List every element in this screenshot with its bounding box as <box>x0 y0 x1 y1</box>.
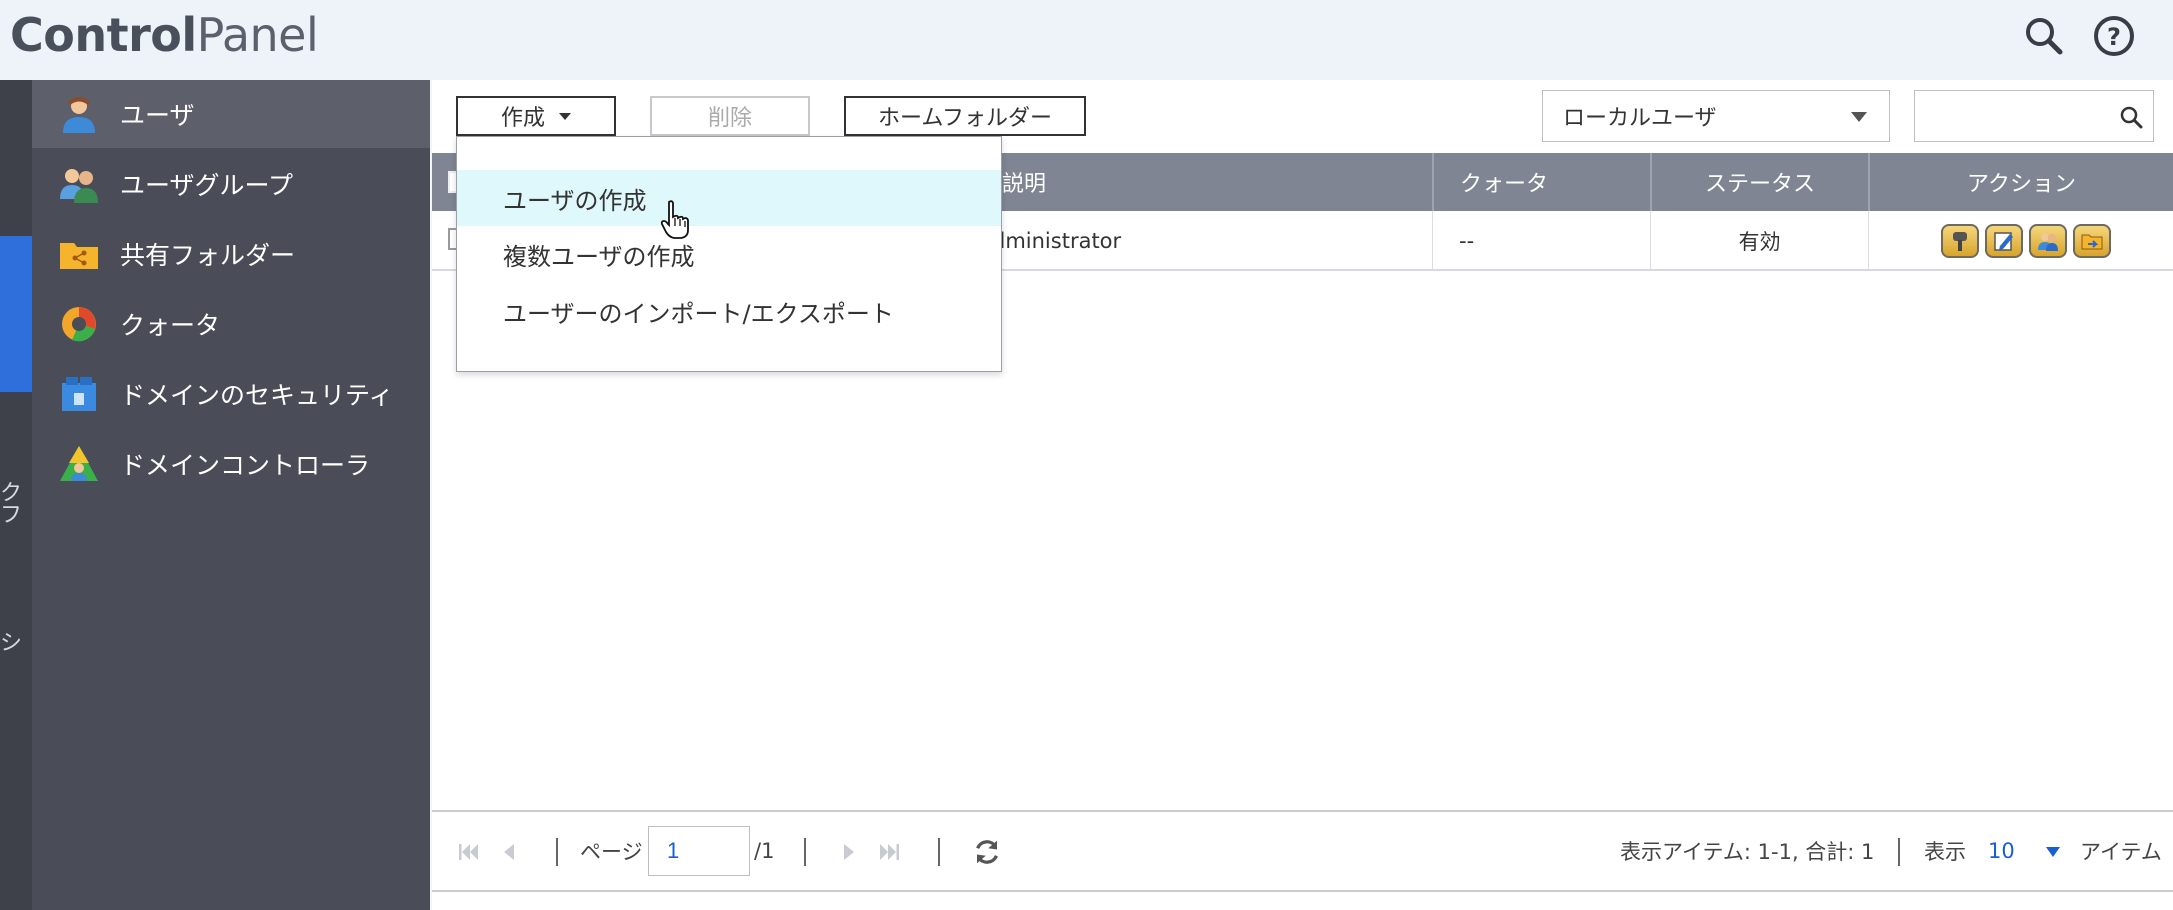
previous-page-icon[interactable] <box>498 840 522 864</box>
sidebar-item-label: クォータ <box>120 311 221 340</box>
sidebar-item-label: 共有フォルダー <box>120 241 296 270</box>
page-total: /1 <box>754 839 775 863</box>
per-page-value[interactable]: 10 <box>1988 812 2015 890</box>
pager-divider <box>1898 838 1900 866</box>
chevron-down-icon <box>559 112 571 120</box>
shared-folder-permission-icon <box>2081 234 2103 250</box>
domain-controller-icon <box>60 446 98 481</box>
sidebar-item-label: ドメインのセキュリティ <box>120 381 394 410</box>
svg-text:?: ? <box>2107 23 2121 51</box>
search-icon[interactable] <box>2022 14 2066 58</box>
delete-button[interactable]: 削除 <box>650 96 810 136</box>
edit-user-group-button[interactable] <box>2029 224 2067 258</box>
user-icon <box>63 97 95 133</box>
sidebar-item-label: ユーザグループ <box>120 171 294 200</box>
sidebar-item-domain-security[interactable]: ドメインのセキュリティ <box>32 360 430 428</box>
items-label: アイテム <box>2080 840 2162 864</box>
column-header-quota[interactable]: クォータ <box>1432 153 1650 211</box>
cell-actions <box>1868 211 2173 271</box>
items-summary: 表示アイテム: 1-1, 合計: 1 <box>1620 840 1875 864</box>
column-header-actions[interactable]: アクション <box>1868 153 2173 211</box>
page-label: ページ <box>580 840 643 864</box>
cell-quota: -- <box>1432 211 1650 271</box>
sidebar-item-label: ユーザ <box>120 101 195 130</box>
app-title-light: Panel <box>196 8 319 62</box>
pager-divider <box>556 838 558 866</box>
sidebar-item-domain-controller[interactable]: ドメインコントローラ <box>32 430 430 498</box>
menu-item-create-user[interactable]: ユーザの作成 <box>457 170 1001 226</box>
home-folder-button[interactable]: ホームフォルダー <box>844 96 1086 136</box>
cell-description: dministrator <box>992 229 1122 253</box>
next-page-icon[interactable] <box>836 840 860 864</box>
rail-text-2: フ <box>0 503 23 528</box>
quota-icon <box>62 307 96 342</box>
chevron-down-icon[interactable] <box>2046 847 2060 857</box>
user-group-icon <box>60 169 98 203</box>
user-type-selected: ローカルユーザ <box>1563 106 1717 131</box>
sidebar-item-user-groups[interactable]: ユーザグループ <box>32 150 430 218</box>
page-number-input[interactable] <box>648 826 750 876</box>
domain-security-icon <box>62 377 96 411</box>
app-header: ControlPanel ? <box>0 0 2173 80</box>
edit-profile-button[interactable] <box>1985 224 2023 258</box>
edit-icon <box>1994 232 2013 251</box>
cell-status: 有効 <box>1650 211 1868 271</box>
sidebar-item-users[interactable]: ユーザ <box>32 80 430 148</box>
last-page-icon[interactable] <box>878 840 902 864</box>
app-title: ControlPanel <box>10 8 319 62</box>
app-title-bold: Control <box>10 8 197 62</box>
shared-folder-icon <box>60 243 98 269</box>
user-type-select[interactable]: ローカルユーザ <box>1542 90 1890 142</box>
search-icon[interactable] <box>2119 105 2143 129</box>
sidebar-item-shared-folders[interactable]: 共有フォルダー <box>32 220 430 288</box>
hand-cursor-icon <box>660 200 689 239</box>
rail-active-indicator <box>0 236 32 392</box>
search-input[interactable] <box>1915 91 2105 139</box>
left-rail: ク フ シ <box>0 80 32 910</box>
create-dropdown-menu: ユーザの作成 複数ユーザの作成 ユーザーのインポート/エクスポート <box>456 136 1002 372</box>
change-password-button[interactable] <box>1941 224 1979 258</box>
sidebar: ユーザ ユーザグループ 共有フォルダー クォータ ドメインのセキュリティ ドメイ… <box>32 80 430 910</box>
chevron-down-icon <box>1851 112 1867 122</box>
create-button-label: 作成 <box>500 106 545 131</box>
search-field <box>1914 90 2154 142</box>
pager-divider <box>938 838 940 866</box>
first-page-icon[interactable] <box>456 840 480 864</box>
menu-item-create-multiple-users[interactable]: 複数ユーザの作成 <box>457 226 1001 282</box>
rail-text-3: シ <box>0 631 23 656</box>
refresh-icon[interactable] <box>972 837 1002 867</box>
display-label: 表示 <box>1924 840 1966 864</box>
user-group-edit-icon <box>2038 233 2058 251</box>
sidebar-item-quota[interactable]: クォータ <box>32 290 430 358</box>
sidebar-item-label: ドメインコントローラ <box>120 451 371 480</box>
folder-permission-button[interactable] <box>2073 224 2111 258</box>
pagination-bar: ページ /1 表示アイテム: 1-1, 合計: 1 表示 10 アイテム <box>432 810 2173 892</box>
pager-divider <box>804 838 806 866</box>
password-key-icon <box>1953 232 1967 251</box>
menu-item-import-export-users[interactable]: ユーザーのインポート/エクスポート <box>457 283 1001 339</box>
column-header-status[interactable]: ステータス <box>1650 153 1868 211</box>
help-icon[interactable]: ? <box>2092 14 2136 58</box>
create-button[interactable]: 作成 <box>456 96 616 136</box>
